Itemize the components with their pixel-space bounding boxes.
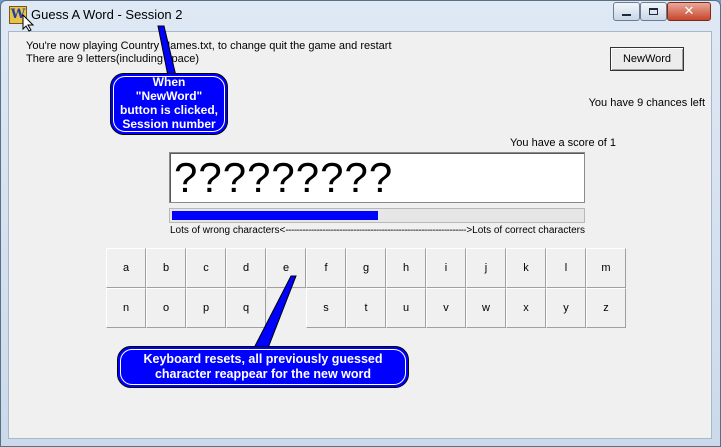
progress-caption: Lots of wrong characters< --------------… (170, 225, 585, 236)
title-bar[interactable]: W Guess A Word - Session 2 ✕ (1, 1, 720, 31)
keyboard-callout: Keyboard resets, all previously guessed … (117, 346, 409, 388)
progress-left-caption: Lots of wrong characters< (170, 225, 286, 236)
progress-right-caption: >Lots of correct characters (466, 225, 585, 236)
newword-callout-text: When "NewWord" button is clicked, Sessio… (111, 74, 227, 131)
key-g[interactable]: g (346, 248, 386, 288)
key-o[interactable]: o (146, 288, 186, 328)
key-n[interactable]: n (106, 288, 146, 328)
callout-line: "NewWord" (135, 89, 203, 103)
key-i[interactable]: i (426, 248, 466, 288)
key-c[interactable]: c (186, 248, 226, 288)
key-p[interactable]: p (186, 288, 226, 328)
newword-callout: When "NewWord" button is clicked, Sessio… (110, 73, 228, 135)
key-a[interactable]: a (106, 248, 146, 288)
callout-line: When (152, 75, 186, 89)
key-f[interactable]: f (306, 248, 346, 288)
progress-fill (172, 211, 378, 220)
callout-line: character reappear for the new word (154, 367, 372, 381)
key-e[interactable]: e (266, 248, 306, 288)
key-w[interactable]: w (466, 288, 506, 328)
minimize-icon[interactable] (613, 2, 640, 21)
new-word-button[interactable]: NewWord (610, 47, 684, 71)
window-title: Guess A Word - Session 2 (31, 7, 183, 22)
key-s[interactable]: s (306, 288, 346, 328)
guess-progress-bar (169, 208, 585, 223)
key-t[interactable]: t (346, 288, 386, 328)
key-z[interactable]: z (586, 288, 626, 328)
progress-dashes: ----------------------------------------… (285, 225, 467, 236)
key-q[interactable]: q (226, 288, 266, 328)
key-y[interactable]: y (546, 288, 586, 328)
callout-line: Keyboard resets, all previously guessed (143, 352, 383, 366)
keyboard-callout-text: Keyboard resets, all previously guessed … (118, 347, 408, 382)
key-l[interactable]: l (546, 248, 586, 288)
callout-line: button is clicked, (119, 103, 218, 117)
key-v[interactable]: v (426, 288, 466, 328)
callout-line: Session number (122, 117, 216, 131)
close-icon[interactable]: ✕ (667, 2, 711, 21)
score-label: You have a score of 1 (509, 137, 616, 149)
mouse-cursor-icon (22, 14, 34, 32)
game-info-line: You're now playing Country Names.txt, to… (26, 40, 392, 52)
key-k[interactable]: k (506, 248, 546, 288)
letter-count-line: There are 9 letters(including space) (26, 53, 200, 65)
letter-keyboard: abcdefghijklm nopqstuvwxyz (106, 248, 627, 330)
key-d[interactable]: d (226, 248, 266, 288)
key-u[interactable]: u (386, 288, 426, 328)
key-j[interactable]: j (466, 248, 506, 288)
word-display: ????????? (169, 152, 585, 203)
key-h[interactable]: h (386, 248, 426, 288)
chances-left: You have 9 chances left (588, 97, 705, 109)
key-m[interactable]: m (586, 248, 626, 288)
key-x[interactable]: x (506, 288, 546, 328)
key-b[interactable]: b (146, 248, 186, 288)
maximize-icon[interactable] (640, 2, 667, 21)
